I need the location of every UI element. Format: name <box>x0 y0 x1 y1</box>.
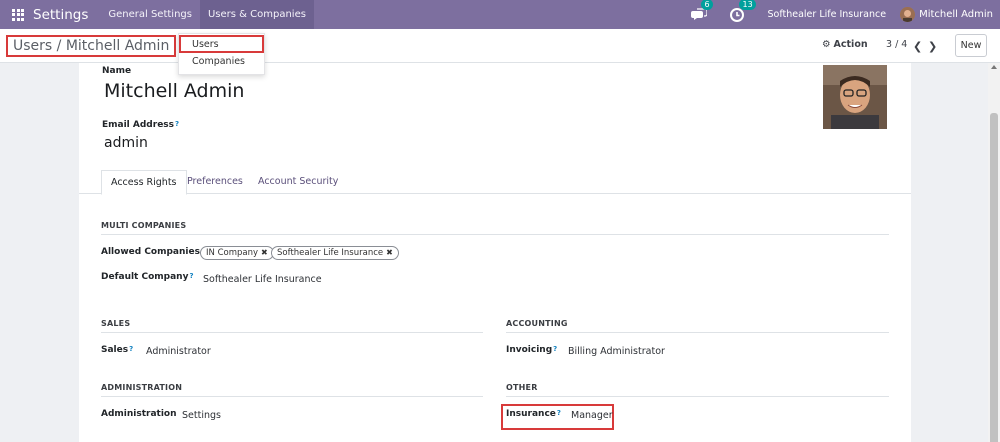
scrollbar[interactable] <box>988 63 1000 442</box>
section-administration: ADMINISTRATION <box>101 383 483 397</box>
menu-users-companies[interactable]: Users & Companies <box>199 0 314 29</box>
sales-field[interactable]: Administrator <box>146 346 211 357</box>
tab-preferences[interactable]: Preferences <box>178 170 252 194</box>
action-label: Action <box>833 39 868 50</box>
activities-clock-icon[interactable]: 13 <box>729 0 756 23</box>
invoicing-label: Invoicing? <box>506 345 558 355</box>
dropdown-item-companies[interactable]: Companies <box>179 54 264 72</box>
allowed-companies-label: Allowed Companies <box>101 247 200 257</box>
top-navbar: Settings General Settings Users & Compan… <box>0 0 1000 29</box>
gear-icon: ⚙ <box>822 39 831 50</box>
messages-badge: 6 <box>701 0 713 10</box>
scroll-up-icon[interactable] <box>991 65 997 69</box>
section-sales: SALES <box>101 319 483 333</box>
messages-icon[interactable]: 6 <box>691 0 713 23</box>
tag-remove-icon[interactable]: ✖ <box>261 248 268 257</box>
company-switcher[interactable]: Softhealer Life Insurance <box>767 9 886 20</box>
tag-remove-icon[interactable]: ✖ <box>386 248 393 257</box>
tag-in-company: IN Company ✖ <box>200 246 274 260</box>
default-company-field[interactable]: Softhealer Life Insurance <box>203 274 322 285</box>
name-label: Name <box>102 66 132 76</box>
administration-field[interactable]: Settings <box>182 410 221 421</box>
user-photo[interactable] <box>823 65 887 129</box>
action-button[interactable]: ⚙ Action <box>822 39 868 50</box>
users-companies-dropdown: Users Companies <box>178 33 265 75</box>
pager-value[interactable]: 3 / 4 <box>886 39 907 50</box>
section-multi-companies: MULTI COMPANIES <box>101 221 889 235</box>
default-company-label: Default Company? <box>101 272 194 282</box>
tag-softhealer-life-insurance: Softhealer Life Insurance ✖ <box>271 246 399 260</box>
user-avatar[interactable] <box>900 7 916 22</box>
control-panel: Users / Mitchell Admin ⚙ Action 3 / 4 ❮ … <box>0 29 1000 63</box>
new-button[interactable]: New <box>955 34 987 57</box>
form-sheet: Name Mitchell Admin Email Address? admin… <box>79 63 911 442</box>
help-icon[interactable]: ? <box>553 345 557 353</box>
help-icon[interactable]: ? <box>189 272 193 280</box>
breadcrumb[interactable]: Users / Mitchell Admin <box>6 35 177 57</box>
scrollbar-thumb[interactable] <box>990 113 998 442</box>
dropdown-item-users[interactable]: Users <box>179 35 264 53</box>
help-icon[interactable]: ? <box>129 345 133 353</box>
activities-badge: 13 <box>739 0 756 10</box>
email-field[interactable]: admin <box>104 135 148 151</box>
help-icon[interactable]: ? <box>557 409 561 417</box>
menu-general-settings[interactable]: General Settings <box>100 0 200 29</box>
tab-account-security[interactable]: Account Security <box>249 170 347 194</box>
insurance-label: Insurance? <box>506 409 561 419</box>
pager-previous-icon[interactable]: ❮ <box>913 40 922 53</box>
section-other: OTHER <box>506 383 889 397</box>
notebook-tabs: Access Rights Preferences Account Securi… <box>79 170 911 195</box>
email-label: Email Address? <box>102 120 180 130</box>
name-field[interactable]: Mitchell Admin <box>104 80 244 102</box>
insurance-field[interactable]: Manager <box>571 410 613 421</box>
user-menu[interactable]: Mitchell Admin <box>919 9 993 20</box>
invoicing-field[interactable]: Billing Administrator <box>568 346 665 357</box>
sales-label: Sales? <box>101 345 134 355</box>
tab-access-rights[interactable]: Access Rights <box>101 170 187 195</box>
app-title[interactable]: Settings <box>33 7 88 23</box>
pager-next-icon[interactable]: ❯ <box>928 40 937 53</box>
help-icon[interactable]: ? <box>175 120 179 128</box>
apps-menu-icon[interactable] <box>12 8 24 21</box>
section-accounting: ACCOUNTING <box>506 319 889 333</box>
administration-label: Administration <box>101 409 177 419</box>
